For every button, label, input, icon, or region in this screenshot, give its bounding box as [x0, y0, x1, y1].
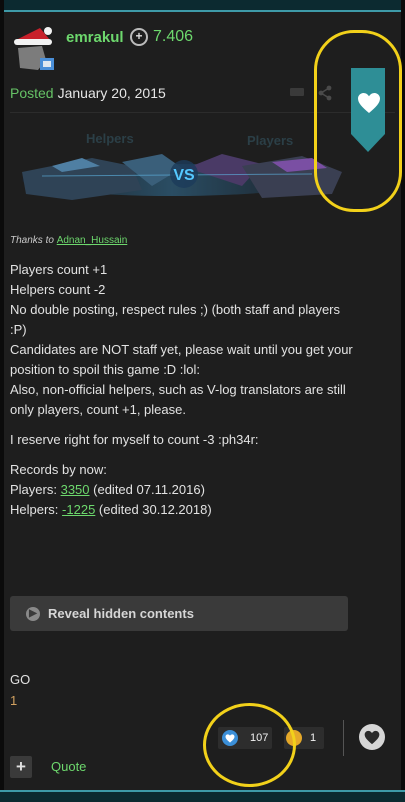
body-line: Helpers count -2 — [10, 282, 106, 297]
quote-button[interactable]: Quote — [51, 759, 86, 774]
body-line: Players count +1 — [10, 262, 108, 277]
banner-helpers-label: Helpers — [86, 131, 134, 146]
post-body: Players count +1 Helpers count -2 No dou… — [10, 260, 360, 520]
like-heart-icon — [222, 730, 238, 746]
bottom-border — [0, 790, 405, 802]
reply-text: GO — [10, 672, 31, 687]
reputation: + 7.406 — [130, 28, 193, 46]
players-record: Players: 3350 (edited 07.11.2016) — [10, 480, 360, 500]
helpers-count-link[interactable]: -1225 — [62, 502, 95, 517]
react-button[interactable] — [359, 724, 385, 750]
body-line: Also, non-official helpers, such as V-lo… — [10, 382, 346, 417]
react-heart-icon — [364, 730, 380, 744]
thanks-user-link[interactable]: Adnan_Hussain — [57, 235, 128, 246]
top-border — [0, 0, 405, 12]
posted-label: Posted — [10, 85, 54, 101]
report-icon[interactable] — [290, 86, 304, 98]
username-link[interactable]: emrakul — [66, 29, 124, 46]
thanks-line: Thanks to Adnan_Hussain — [10, 235, 127, 246]
players-label: Players: — [10, 482, 57, 497]
helpers-note: (edited 30.12.2018) — [98, 502, 212, 517]
haha-reaction-count[interactable]: 1 — [284, 727, 324, 749]
like-reaction-count[interactable]: 107 — [218, 727, 272, 749]
laugh-emoji-icon — [286, 730, 302, 746]
heart-icon — [358, 93, 380, 113]
reveal-hidden-label: Reveal hidden contents — [48, 606, 194, 621]
thanks-prefix: Thanks to — [10, 235, 54, 246]
left-border — [0, 0, 4, 800]
helpers-record: Helpers: -1225 (edited 30.12.2018) — [10, 500, 360, 520]
banner-vs-text: VS — [173, 167, 195, 184]
reactions-separator — [343, 720, 344, 756]
hat-trim — [14, 39, 52, 45]
like-count: 107 — [250, 732, 269, 744]
players-count-link[interactable]: 3350 — [61, 482, 90, 497]
reply-count: 1 — [10, 693, 18, 708]
helpers-vs-players-banner: VS — [12, 128, 347, 220]
plus-circle-icon: + — [130, 28, 148, 46]
multiquote-plus-button[interactable]: + — [10, 756, 32, 778]
haha-count: 1 — [310, 732, 317, 744]
players-note: (edited 07.11.2016) — [93, 482, 205, 497]
chevron-right-icon: ▶ — [26, 606, 40, 621]
reputation-value: 7.406 — [153, 28, 194, 45]
helpers-label: Helpers: — [10, 502, 59, 517]
share-icon[interactable] — [317, 85, 333, 101]
bookmark-ribbon-tip — [351, 134, 385, 152]
banner-players-label: Players — [247, 133, 294, 148]
rank-badge-inner — [43, 61, 51, 67]
posted-date[interactable]: January 20, 2015 — [58, 85, 166, 101]
reveal-hidden-button[interactable]: ▶ Reveal hidden contents — [10, 596, 348, 631]
hat-pompom — [44, 27, 52, 35]
header-divider — [10, 112, 395, 113]
post-date: Posted January 20, 2015 — [10, 85, 166, 101]
right-border — [401, 0, 405, 800]
reserve-line: I reserve right for myself to count -3 :… — [10, 432, 259, 447]
user-avatar[interactable] — [10, 26, 56, 72]
records-title: Records by now: — [10, 462, 107, 477]
body-line: Candidates are NOT staff yet, please wai… — [10, 342, 353, 377]
body-line: No double posting, respect rules ;) (bot… — [10, 302, 341, 337]
